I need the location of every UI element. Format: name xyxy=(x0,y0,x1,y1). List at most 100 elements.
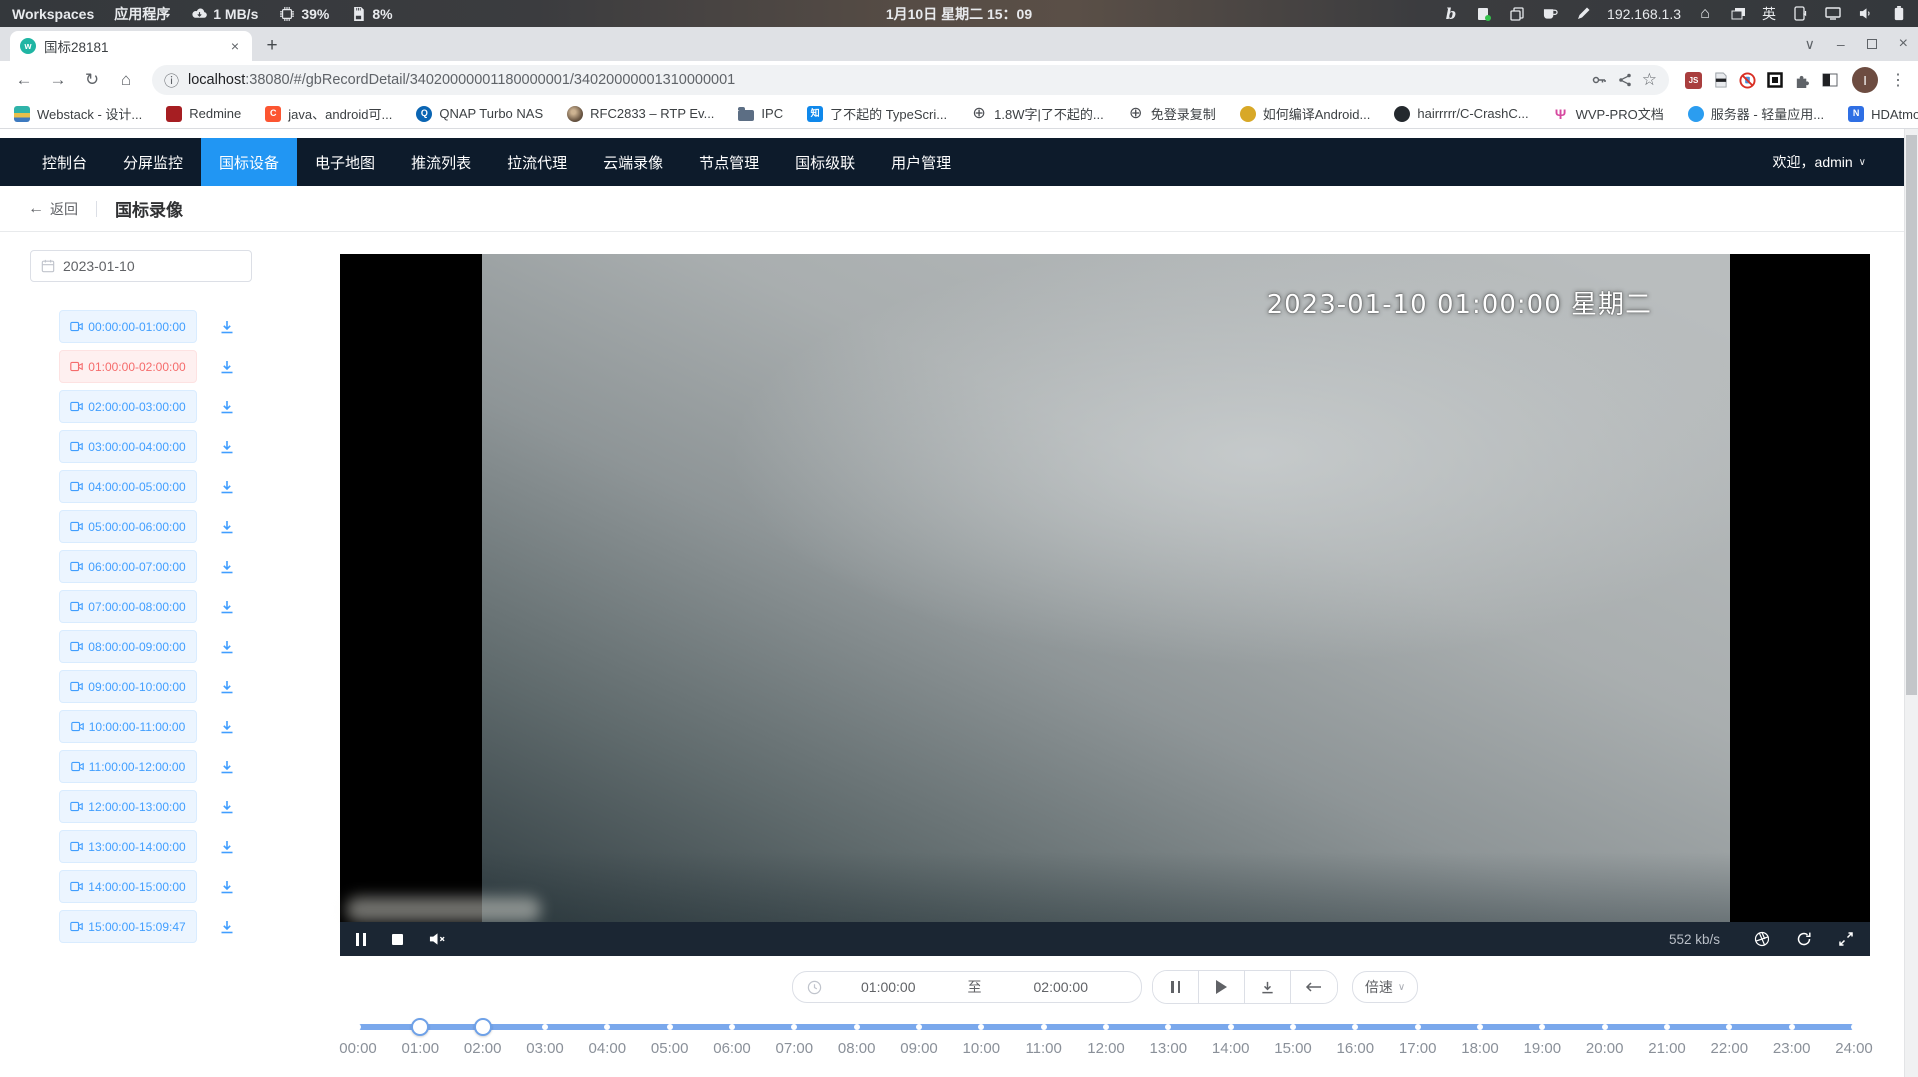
b-tray-icon[interactable]: b xyxy=(1442,5,1460,23)
bookmark-item[interactable]: hairrrrr/C-CrashC... xyxy=(1394,106,1528,122)
bookmark-item[interactable]: 服务器 - 轻量应用... xyxy=(1688,104,1824,123)
download-record-button[interactable] xyxy=(219,359,235,375)
time-range-input[interactable]: 01:00:00 至 02:00:00 xyxy=(792,971,1142,1003)
download-record-button[interactable] xyxy=(219,439,235,455)
site-info-icon[interactable]: ⓘ xyxy=(164,70,179,91)
js-extension-icon[interactable]: JS xyxy=(1685,72,1702,89)
seek-back-button[interactable] xyxy=(1291,971,1337,1003)
reader-extension-icon[interactable] xyxy=(1822,72,1838,88)
record-segment-button[interactable]: 13:00:00-14:00:00 xyxy=(59,830,197,863)
nav-item-10[interactable]: 用户管理 xyxy=(873,138,969,186)
page-scrollbar[interactable] xyxy=(1904,129,1918,1077)
browser-tab[interactable]: w 国标28181 × xyxy=(10,31,252,61)
nav-item-2[interactable]: 分屏监控 xyxy=(105,138,201,186)
timeline-start-handle[interactable] xyxy=(411,1018,429,1036)
extensions-puzzle-icon[interactable] xyxy=(1794,72,1811,89)
window-restore-icon[interactable] xyxy=(1867,39,1877,49)
mask-extension-icon[interactable] xyxy=(1713,72,1728,88)
download-record-button[interactable] xyxy=(219,479,235,495)
nav-item-9[interactable]: 国标级联 xyxy=(777,138,873,186)
nav-item-6[interactable]: 拉流代理 xyxy=(489,138,585,186)
stop-icon[interactable] xyxy=(392,934,403,945)
bookmark-item[interactable]: QQNAP Turbo NAS xyxy=(416,106,543,122)
tab-close-icon[interactable]: × xyxy=(226,37,244,55)
speed-dropdown[interactable]: 倍速 ∨ xyxy=(1352,971,1418,1003)
notes-tray-icon[interactable] xyxy=(1475,5,1493,23)
applications-button[interactable]: 应用程序 xyxy=(114,4,170,24)
bookmark-item[interactable]: Webstack - 设计... xyxy=(14,104,142,123)
back-button[interactable]: ← 返回 xyxy=(28,199,78,219)
fullscreen-icon[interactable] xyxy=(1838,931,1854,947)
ip-address[interactable]: 192.168.1.3 xyxy=(1607,6,1681,22)
back-icon[interactable]: ← xyxy=(10,66,38,94)
download-record-button[interactable] xyxy=(219,719,235,735)
bookmark-item[interactable]: Redmine xyxy=(166,106,241,122)
download-record-button[interactable] xyxy=(219,679,235,695)
record-segment-button[interactable]: 05:00:00-06:00:00 xyxy=(59,510,197,543)
bookmark-item[interactable]: IPC xyxy=(738,106,783,121)
input-method-indicator[interactable]: 英 xyxy=(1762,4,1776,24)
start-time-value[interactable]: 01:00:00 xyxy=(822,979,955,995)
pause-button[interactable] xyxy=(1153,971,1199,1003)
download-record-button[interactable] xyxy=(219,759,235,775)
record-segment-button[interactable]: 04:00:00-05:00:00 xyxy=(59,470,197,503)
bookmark-item[interactable]: ⊕免登录复制 xyxy=(1128,104,1216,123)
record-segment-button[interactable]: 07:00:00-08:00:00 xyxy=(59,590,197,623)
record-segment-button[interactable]: 10:00:00-11:00:00 xyxy=(59,710,197,743)
new-tab-button[interactable]: + xyxy=(258,32,286,60)
download-record-button[interactable] xyxy=(219,559,235,575)
download-record-button[interactable] xyxy=(219,319,235,335)
record-segment-button[interactable]: 01:00:00-02:00:00 xyxy=(59,350,197,383)
record-segment-button[interactable]: 08:00:00-09:00:00 xyxy=(59,630,197,663)
refresh-icon[interactable] xyxy=(1796,931,1812,947)
workspaces-button[interactable]: Workspaces xyxy=(12,6,94,22)
bookmark-item[interactable]: RFC2833 – RTP Ev... xyxy=(567,106,714,122)
record-segment-button[interactable]: 03:00:00-04:00:00 xyxy=(59,430,197,463)
timeline-track[interactable] xyxy=(358,1024,1854,1030)
timeline-end-handle[interactable] xyxy=(474,1018,492,1036)
nav-item-7[interactable]: 云端录像 xyxy=(585,138,681,186)
coffee-cup-icon[interactable] xyxy=(1541,5,1559,23)
browser-home-icon[interactable]: ⌂ xyxy=(112,66,140,94)
nav-item-3[interactable]: 国标设备 xyxy=(201,138,297,186)
blocker-extension-icon[interactable] xyxy=(1739,72,1756,89)
url-text[interactable]: localhost:38080/#/gbRecordDetail/3402000… xyxy=(188,72,1581,88)
bookmark-item[interactable]: ⊕1.8W字|了不起的... xyxy=(971,104,1104,123)
record-segment-button[interactable]: 00:00:00-01:00:00 xyxy=(59,310,197,343)
download-record-button[interactable] xyxy=(219,839,235,855)
end-time-value[interactable]: 02:00:00 xyxy=(995,979,1128,995)
frame-extension-icon[interactable] xyxy=(1767,72,1783,88)
record-segment-button[interactable]: 14:00:00-15:00:00 xyxy=(59,870,197,903)
nav-item-8[interactable]: 节点管理 xyxy=(681,138,777,186)
window-minimize-icon[interactable]: – xyxy=(1837,36,1845,52)
home-tray-icon[interactable]: ⌂ xyxy=(1696,5,1714,23)
speaker-tray-icon[interactable] xyxy=(1857,5,1875,23)
record-segment-button[interactable]: 11:00:00-12:00:00 xyxy=(59,750,197,783)
record-segment-button[interactable]: 12:00:00-13:00:00 xyxy=(59,790,197,823)
snapshot-aperture-icon[interactable] xyxy=(1754,931,1770,947)
download-record-button[interactable] xyxy=(219,599,235,615)
download-record-button[interactable] xyxy=(219,799,235,815)
user-menu[interactable]: 欢迎，admin ∨ xyxy=(1773,152,1904,172)
download-record-button[interactable] xyxy=(219,399,235,415)
record-segment-button[interactable]: 06:00:00-07:00:00 xyxy=(59,550,197,583)
battery-icon[interactable] xyxy=(1890,5,1908,23)
bookmark-star-icon[interactable]: ☆ xyxy=(1642,70,1657,90)
share-icon[interactable] xyxy=(1617,72,1633,88)
bookmark-item[interactable]: NHDAtmos :: 种子 *... xyxy=(1848,104,1918,123)
download-record-button[interactable] xyxy=(219,519,235,535)
download-record-button[interactable] xyxy=(219,879,235,895)
play-button[interactable] xyxy=(1199,971,1245,1003)
password-key-icon[interactable] xyxy=(1590,71,1608,89)
nav-item-4[interactable]: 电子地图 xyxy=(297,138,393,186)
tab-search-chevron-icon[interactable]: ∨ xyxy=(1805,36,1815,53)
download-button[interactable] xyxy=(1245,971,1291,1003)
download-record-button[interactable] xyxy=(219,919,235,935)
bookmark-item[interactable]: 如何编译Android... xyxy=(1240,104,1371,123)
window-close-icon[interactable]: × xyxy=(1899,35,1908,53)
address-bar[interactable]: ⓘ localhost:38080/#/gbRecordDetail/34020… xyxy=(152,65,1669,95)
browser-menu-icon[interactable]: ⋮ xyxy=(1888,70,1908,90)
pause-icon[interactable] xyxy=(356,933,366,946)
phone-sync-icon[interactable] xyxy=(1791,5,1809,23)
clipboard-tray-icon[interactable] xyxy=(1508,5,1526,23)
